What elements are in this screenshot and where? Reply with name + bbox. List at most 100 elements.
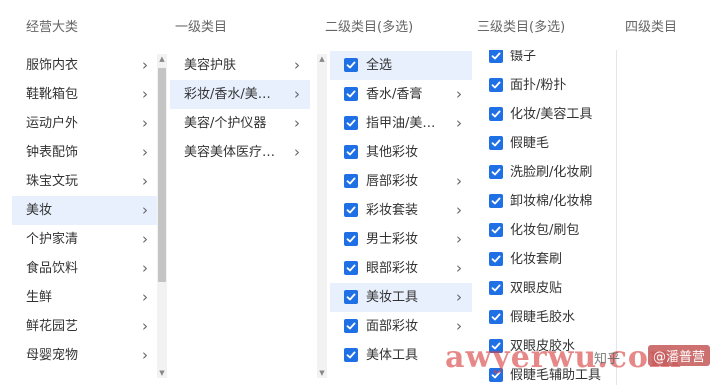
chevron-right-icon: › <box>142 56 148 74</box>
scrollbar-thumb[interactable] <box>158 68 166 282</box>
level3-category-item[interactable]: 双眼皮贴 <box>480 274 616 303</box>
header-level2-category: 二级类目(多选) <box>325 20 414 35</box>
checkbox-checked-icon[interactable] <box>489 194 503 208</box>
scroll-down-icon[interactable]: ▼ <box>317 368 327 378</box>
level3-category-item-label: 假睫毛辅助工具 <box>510 368 602 383</box>
chevron-right-icon: › <box>456 317 462 335</box>
chevron-right-icon: › <box>142 346 148 364</box>
checkbox-checked-icon[interactable] <box>344 290 358 304</box>
level2-category-item[interactable]: 彩妆套装 › <box>330 196 472 225</box>
scroll-up-icon[interactable]: ▲ <box>157 54 167 64</box>
checkbox-checked-icon[interactable] <box>489 78 503 92</box>
checkbox-checked-icon[interactable] <box>489 339 503 353</box>
level1-category-item[interactable]: 美容美体医疗器械 › <box>170 138 310 167</box>
business-category-item[interactable]: 服饰内衣 › <box>12 51 158 80</box>
level1-category-item-label: 彩妆/香水/美妆工具 <box>184 87 276 102</box>
level2-category-item[interactable]: 全选 <box>330 51 472 80</box>
scroll-down-icon[interactable]: ▼ <box>157 368 167 378</box>
business-category-item[interactable]: 运动户外 › <box>12 109 158 138</box>
header-level4-category: 四级类目 <box>625 20 678 35</box>
chevron-right-icon: › <box>456 114 462 132</box>
business-category-item[interactable]: 美妆 › <box>12 196 158 225</box>
level3-category-item-label: 化妆包/刷包 <box>510 223 580 238</box>
scroll-up-icon[interactable]: ▲ <box>317 54 327 64</box>
level3-category-item[interactable]: 镊子 <box>480 50 616 71</box>
level1-category-item[interactable]: 彩妆/香水/美妆工具 › <box>170 80 310 109</box>
chevron-right-icon: › <box>142 143 148 161</box>
level2-category-item[interactable]: 其他彩妆 <box>330 138 472 167</box>
chevron-right-icon: › <box>456 230 462 248</box>
checkbox-checked-icon[interactable] <box>489 107 503 121</box>
checkbox-checked-icon[interactable] <box>344 174 358 188</box>
level2-category-item[interactable]: 眼部彩妆 › <box>330 254 472 283</box>
checkbox-checked-icon[interactable] <box>489 368 503 382</box>
level2-category-item-label: 彩妆套装 <box>366 203 419 218</box>
chevron-right-icon: › <box>142 172 148 190</box>
level2-category-item-label: 面部彩妆 <box>366 319 419 334</box>
level2-category-item[interactable]: 指甲油/美甲工具 › <box>330 109 472 138</box>
chevron-right-icon: › <box>294 56 300 74</box>
level3-category-item[interactable]: 卸妆棉/化妆棉 <box>480 187 616 216</box>
checkbox-checked-icon[interactable] <box>489 223 503 237</box>
business-category-item[interactable]: 母婴宠物 › <box>12 341 158 370</box>
level2-category-item-label: 唇部彩妆 <box>366 174 419 189</box>
level2-category-item[interactable]: 美体工具 <box>330 341 472 370</box>
business-category-item[interactable]: 食品饮料 › <box>12 254 158 283</box>
chevron-right-icon: › <box>456 201 462 219</box>
level2-category-item-label: 男士彩妆 <box>366 232 419 247</box>
business-category-item[interactable]: 珠宝文玩 › <box>12 167 158 196</box>
level2-category-scrollbar[interactable]: ▲ ▼ <box>317 54 327 378</box>
business-category-item[interactable]: 钟表配饰 › <box>12 138 158 167</box>
checkbox-checked-icon[interactable] <box>489 281 503 295</box>
checkbox-checked-icon[interactable] <box>344 232 358 246</box>
level2-category-item[interactable]: 男士彩妆 › <box>330 225 472 254</box>
checkbox-checked-icon[interactable] <box>344 261 358 275</box>
checkbox-checked-icon[interactable] <box>344 87 358 101</box>
level3-category-item[interactable]: 洗脸刷/化妆刷 <box>480 158 616 187</box>
level2-category-item[interactable]: 面部彩妆 › <box>330 312 472 341</box>
checkbox-checked-icon[interactable] <box>344 145 358 159</box>
level3-category-item[interactable]: 化妆包/刷包 <box>480 216 616 245</box>
level3-category-item[interactable]: 假睫毛胶水 <box>480 303 616 332</box>
business-category-item-label: 运动户外 <box>26 116 79 131</box>
chevron-right-icon: › <box>142 259 148 277</box>
business-category-list: 服饰内衣 › 鞋靴箱包 › 运动户外 › 钟表配饰 › 珠宝文玩 › 美妆 › 个护家清 › 食品饮料 › 生鲜… <box>12 50 158 385</box>
business-category-item-label: 美妆 <box>26 203 53 218</box>
business-category-item[interactable]: 生鲜 › <box>12 283 158 312</box>
level3-category-item-label: 化妆/美容工具 <box>510 107 593 122</box>
level2-category-item-label: 全选 <box>366 58 393 73</box>
checkbox-checked-icon[interactable] <box>489 310 503 324</box>
level3-category-item[interactable]: 假睫毛 <box>480 129 616 158</box>
business-category-item[interactable]: 鲜花园艺 › <box>12 312 158 341</box>
checkbox-checked-icon[interactable] <box>489 136 503 150</box>
chevron-right-icon: › <box>456 85 462 103</box>
business-category-item-label: 食品饮料 <box>26 261 79 276</box>
checkbox-checked-icon[interactable] <box>344 319 358 333</box>
level3-category-item[interactable]: 化妆套刷 <box>480 245 616 274</box>
level3-category-item[interactable]: 面扑/粉扑 <box>480 71 616 100</box>
level3-category-list: 镊子面扑/粉扑化妆/美容工具假睫毛 洗脸刷/化妆刷 卸妆棉/化妆棉化妆包/刷包化妆套… <box>480 50 616 385</box>
checkbox-checked-icon[interactable] <box>489 50 503 63</box>
business-category-item-label: 钟表配饰 <box>26 145 79 160</box>
level1-category-item[interactable]: 美容/个护仪器 › <box>170 109 310 138</box>
checkbox-checked-icon[interactable] <box>489 252 503 266</box>
checkbox-checked-icon[interactable] <box>489 165 503 179</box>
business-category-scrollbar[interactable]: ▲ ▼ <box>157 54 167 378</box>
level2-category-item[interactable]: 唇部彩妆 › <box>330 167 472 196</box>
level1-category-item[interactable]: 美容护肤 › <box>170 51 310 80</box>
level3-category-item[interactable]: 化妆/美容工具 <box>480 100 616 129</box>
level4-category-list <box>616 50 720 385</box>
checkbox-checked-icon[interactable] <box>344 348 358 362</box>
level2-category-item-label: 眼部彩妆 <box>366 261 419 276</box>
level2-category-item[interactable]: 香水/香膏 › <box>330 80 472 109</box>
business-category-item-label: 鞋靴箱包 <box>26 87 79 102</box>
checkbox-checked-icon[interactable] <box>344 116 358 130</box>
checkbox-checked-icon[interactable] <box>344 203 358 217</box>
checkbox-checked-icon[interactable] <box>344 58 358 72</box>
chevron-right-icon: › <box>456 172 462 190</box>
header-level3-category: 三级类目(多选) <box>477 20 566 35</box>
business-category-item[interactable]: 鞋靴箱包 › <box>12 80 158 109</box>
level3-category-item-label: 面扑/粉扑 <box>510 78 567 93</box>
business-category-item[interactable]: 个护家清 › <box>12 225 158 254</box>
level2-category-item[interactable]: 美妆工具 › <box>330 283 472 312</box>
